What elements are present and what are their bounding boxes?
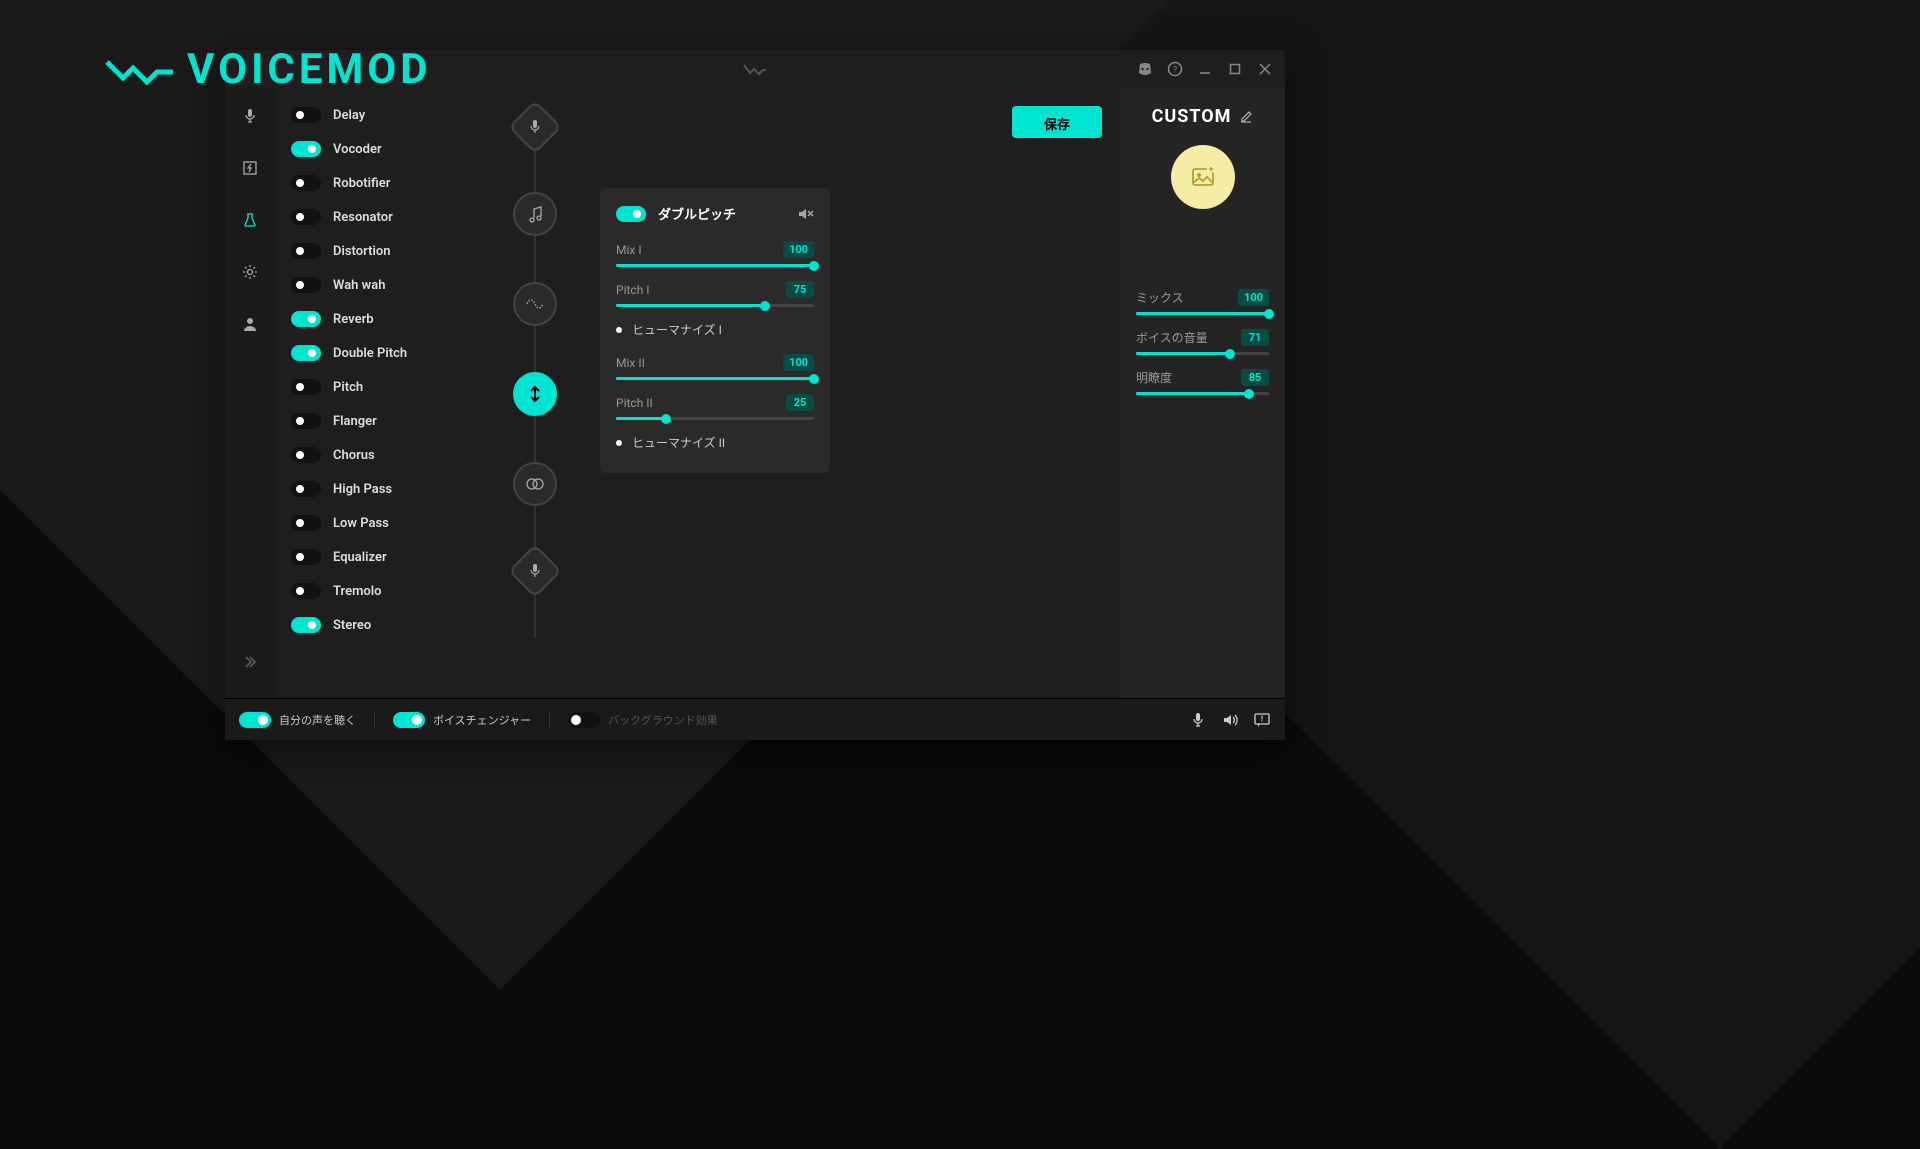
titlebar-logo-icon [743, 62, 767, 76]
svg-text:?: ? [1173, 66, 1177, 76]
effect-row-delay[interactable]: Delay [291, 98, 470, 132]
effect-label: Reverb [333, 312, 374, 327]
custom-voice-panel: CUSTOM ミックス100 ボイスの音量71 明瞭度85 [1120, 88, 1285, 698]
humanize-2-checkbox[interactable]: ヒューマナイズ II [616, 434, 814, 451]
effect-label: Delay [333, 108, 365, 123]
effect-label: Resonator [333, 210, 393, 225]
slider-mix1[interactable]: Mix I100 [616, 241, 814, 267]
effect-row-flanger[interactable]: Flanger [291, 404, 470, 438]
bottom-feedback-icon[interactable]: ! [1253, 711, 1271, 729]
svg-text:!: ! [1261, 714, 1263, 723]
effect-row-chorus[interactable]: Chorus [291, 438, 470, 472]
custom-title: CUSTOM [1152, 106, 1232, 127]
slider-mix2[interactable]: Mix II100 [616, 354, 814, 380]
effects-list: Delay Vocoder Robotifier Resonator Distortio… [275, 88, 470, 698]
nav-flask-icon[interactable] [234, 204, 266, 236]
effect-row-low-pass[interactable]: Low Pass [291, 506, 470, 540]
effect-toggle[interactable] [291, 583, 321, 599]
effect-toggle[interactable] [291, 481, 321, 497]
effect-toggle[interactable] [291, 413, 321, 429]
detail-enable-toggle[interactable] [616, 206, 646, 222]
minimize-icon[interactable] [1197, 61, 1213, 77]
bottom-volume-icon[interactable] [1221, 711, 1239, 729]
effect-row-double-pitch[interactable]: Double Pitch [291, 336, 470, 370]
effect-toggle[interactable] [291, 107, 321, 123]
slider-right-clarity[interactable]: 明瞭度85 [1136, 369, 1269, 395]
detail-title: ダブルピッチ [658, 204, 736, 223]
discord-icon[interactable] [1137, 61, 1153, 77]
effect-row-vocoder[interactable]: Vocoder [291, 132, 470, 166]
brand-logo: VOICEMOD [105, 45, 432, 94]
mute-icon[interactable] [796, 205, 814, 223]
effect-label: Tremolo [333, 584, 382, 599]
effect-toggle[interactable] [291, 515, 321, 531]
effect-label: Chorus [333, 448, 375, 463]
effect-label: Low Pass [333, 516, 389, 531]
effect-label: Distortion [333, 244, 390, 259]
nav-mic-icon[interactable] [234, 100, 266, 132]
effect-detail-panel: ダブルピッチ Mix I100 Pitch I75 ヒューマナイズ I Mix … [600, 188, 830, 473]
bottom-bar: 自分の声を聴く ボイスチェンジャー バックグラウンド効果 ! [225, 698, 1285, 740]
slider-right-volume[interactable]: ボイスの音量71 [1136, 329, 1269, 355]
nav-user-icon[interactable] [234, 308, 266, 340]
effect-row-equalizer[interactable]: Equalizer [291, 540, 470, 574]
effect-toggle[interactable] [291, 617, 321, 633]
effect-row-stereo[interactable]: Stereo [291, 608, 470, 642]
effect-toggle[interactable] [291, 345, 321, 361]
effect-toggle[interactable] [291, 379, 321, 395]
effect-label: High Pass [333, 482, 392, 497]
effect-label: Vocoder [333, 142, 382, 157]
effect-row-high-pass[interactable]: High Pass [291, 472, 470, 506]
effect-label: Flanger [333, 414, 377, 429]
effect-label: Robotifier [333, 176, 390, 191]
save-button[interactable]: 保存 [1012, 106, 1102, 138]
effect-row-distortion[interactable]: Distortion [291, 234, 470, 268]
nav-gear-icon[interactable] [234, 256, 266, 288]
effect-label: Double Pitch [333, 346, 407, 361]
effect-row-reverb[interactable]: Reverb [291, 302, 470, 336]
slider-pitch2[interactable]: Pitch II25 [616, 394, 814, 420]
effect-chain [470, 88, 600, 698]
effect-toggle[interactable] [291, 447, 321, 463]
avatar-upload[interactable] [1171, 145, 1235, 209]
effect-toggle[interactable] [291, 175, 321, 191]
nav-bolt-icon[interactable] [234, 152, 266, 184]
edit-name-icon[interactable] [1239, 110, 1253, 124]
expand-sidebar-icon[interactable] [234, 646, 266, 678]
effect-toggle[interactable] [291, 549, 321, 565]
background-effects-toggle[interactable]: バックグラウンド効果 [568, 712, 718, 728]
sidebar-nav [225, 88, 275, 698]
bottom-mic-icon[interactable] [1189, 711, 1207, 729]
effect-toggle[interactable] [291, 209, 321, 225]
effect-row-tremolo[interactable]: Tremolo [291, 574, 470, 608]
effect-toggle[interactable] [291, 141, 321, 157]
chain-pitch-icon[interactable] [513, 372, 557, 416]
chain-output-mic-icon[interactable] [508, 544, 562, 598]
chain-input-mic-icon[interactable] [508, 100, 562, 154]
effect-label: Equalizer [333, 550, 387, 565]
slider-pitch1[interactable]: Pitch I75 [616, 281, 814, 307]
voice-changer-toggle[interactable]: ボイスチェンジャー [393, 712, 531, 728]
chain-stereo-icon[interactable] [513, 462, 557, 506]
slider-right-mix[interactable]: ミックス100 [1136, 289, 1269, 315]
logo-mark-icon [105, 54, 175, 86]
effect-label: Wah wah [333, 278, 386, 293]
hear-myself-toggle[interactable]: 自分の声を聴く [239, 712, 356, 728]
chain-music-icon[interactable] [513, 192, 557, 236]
close-icon[interactable] [1257, 61, 1273, 77]
effect-label: Stereo [333, 618, 371, 633]
effect-row-robotifier[interactable]: Robotifier [291, 166, 470, 200]
humanize-1-checkbox[interactable]: ヒューマナイズ I [616, 321, 814, 338]
chain-wave-icon[interactable] [513, 282, 557, 326]
effect-toggle[interactable] [291, 243, 321, 259]
app-window: ? Delay Vocoder Robotifier Resonator Distort… [225, 50, 1285, 740]
effect-toggle[interactable] [291, 311, 321, 327]
help-icon[interactable]: ? [1167, 61, 1183, 77]
maximize-icon[interactable] [1227, 61, 1243, 77]
effect-row-wah-wah[interactable]: Wah wah [291, 268, 470, 302]
effect-row-resonator[interactable]: Resonator [291, 200, 470, 234]
effect-toggle[interactable] [291, 277, 321, 293]
effect-label: Pitch [333, 380, 363, 395]
effect-row-pitch[interactable]: Pitch [291, 370, 470, 404]
